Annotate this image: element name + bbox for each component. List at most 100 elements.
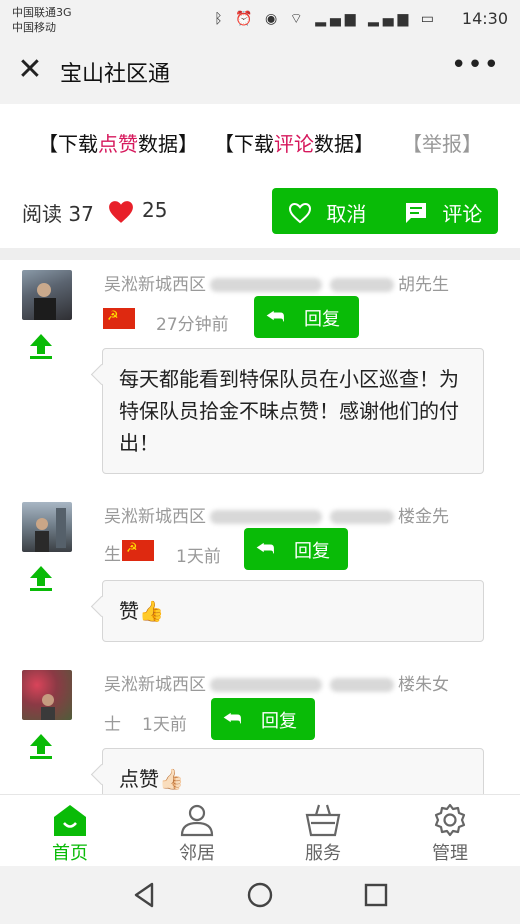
nav-home[interactable]: 首页	[10, 799, 130, 864]
like-comment-button-group: 取消 评论	[272, 188, 498, 234]
comment-text: 每天都能看到特保队员在小区巡查！为特保队员拾金不昧点赞！感谢他们的付出！	[119, 367, 459, 455]
download-likes-link[interactable]: 【下载点赞数据】	[38, 128, 198, 157]
comment-time: 1天前	[142, 715, 187, 735]
report-link[interactable]: 【举报】	[402, 128, 482, 157]
avatar[interactable]	[22, 270, 72, 320]
reply-icon: ⮪	[256, 536, 275, 560]
clock: 14:30	[461, 9, 508, 28]
carrier-2: 中国移动	[12, 21, 56, 34]
read-label: 阅读	[22, 202, 62, 226]
battery-icon: ▭	[420, 11, 438, 27]
bottom-nav: 首页 邻居 服务 管理	[0, 794, 520, 867]
nav-home-label: 首页	[52, 843, 88, 864]
author-area: 吴淞新城西区	[104, 675, 206, 695]
reply-button[interactable]: ⮪ 回复	[244, 528, 348, 570]
download-comments-highlight: 评论	[274, 132, 314, 156]
comment-text: 赞👍	[119, 599, 164, 623]
reply-button[interactable]: ⮪ 回复	[211, 698, 315, 740]
author-name: 楼金先	[398, 507, 449, 527]
home-circle-icon[interactable]	[245, 880, 275, 910]
avatar-photo	[35, 508, 66, 552]
like-count: 25	[142, 198, 168, 222]
signal-3g-icon: ▂▄▆	[315, 11, 360, 27]
gear-icon	[434, 803, 466, 837]
party-flag-icon: ☭	[103, 308, 135, 329]
nav-services-label: 服务	[305, 843, 341, 864]
nav-services[interactable]: 服务	[263, 799, 383, 864]
reply-label: 回复	[304, 309, 340, 330]
redacted-name	[210, 510, 322, 524]
page-title: 宝山社区通	[60, 62, 171, 87]
party-flag-icon: ☭	[122, 540, 154, 561]
home-icon	[54, 805, 86, 836]
comment-bubble: 赞👍	[102, 580, 484, 642]
download-comments-suffix: 数据】	[314, 132, 374, 156]
bluetooth-icon: ᛒ	[214, 11, 227, 27]
reply-label: 回复	[261, 711, 297, 732]
avatar[interactable]	[22, 502, 72, 552]
read-count: 阅读 37	[22, 198, 94, 227]
author-area: 吴淞新城西区	[104, 507, 206, 527]
upvote-icon[interactable]	[28, 564, 54, 592]
cancel-label: 取消	[326, 202, 367, 226]
upvote-icon[interactable]	[28, 332, 54, 360]
redacted-name	[210, 678, 322, 692]
reply-button[interactable]: ⮪ 回复	[254, 296, 359, 338]
carrier-1: 中国联通3G	[12, 6, 72, 19]
comment-time: 1天前	[176, 547, 221, 567]
title-bar: ✕ 宝山社区通 •••	[0, 40, 520, 104]
wifi-icon: ⌔	[289, 11, 307, 27]
download-likes-highlight: 点赞	[98, 132, 138, 156]
comment-icon	[406, 203, 426, 223]
cancel-like-button[interactable]: 取消	[288, 198, 366, 227]
signal-e-icon: ▂▄▆	[368, 11, 413, 27]
author-name-wrap: 生	[104, 545, 121, 565]
download-likes-prefix: 【下载	[38, 132, 98, 156]
comment-bubble: 点赞👍🏻	[102, 748, 484, 794]
nav-manage-label: 管理	[432, 843, 468, 864]
reply-icon: ⮪	[266, 304, 285, 328]
comment-author: 吴淞新城西区 胡先生	[104, 270, 449, 295]
status-icons: ᛒ ⏰ ◉ ⌔ ▂▄▆ ▂▄▆ ▭	[214, 10, 438, 28]
upvote-icon[interactable]	[28, 732, 54, 760]
heart-outline-icon	[288, 202, 312, 224]
author-name-wrap: 士	[104, 715, 121, 735]
alarm-icon: ⏰	[235, 11, 257, 27]
redacted-name	[330, 510, 394, 524]
comment-bubble: 每天都能看到特保队员在小区巡查！为特保队员拾金不昧点赞！感谢他们的付出！	[102, 348, 484, 474]
download-comments-link[interactable]: 【下载评论数据】	[214, 128, 374, 157]
comment-item: 吴淞新城西区 楼金先 生 ☭ 1天前 ⮪ 回复 赞👍	[0, 492, 520, 652]
person-icon	[180, 804, 214, 837]
more-options-icon[interactable]: •••	[451, 50, 500, 80]
download-likes-suffix: 数据】	[138, 132, 198, 156]
reply-icon: ⮪	[223, 706, 242, 730]
redacted-name	[330, 678, 394, 692]
avatar-photo	[34, 283, 56, 320]
eye-icon: ◉	[264, 11, 282, 27]
recents-square-icon[interactable]	[361, 880, 391, 910]
redacted-name	[330, 278, 394, 292]
nav-neighbors[interactable]: 邻居	[137, 799, 257, 864]
stats-row: 阅读 37 25 取消 评论	[0, 186, 520, 236]
author-name: 胡先生	[398, 275, 449, 295]
comment-author: 吴淞新城西区 楼金先	[104, 502, 449, 527]
read-number: 37	[68, 202, 94, 226]
author-name: 楼朱女	[398, 675, 449, 695]
nav-manage[interactable]: 管理	[390, 799, 510, 864]
reply-label: 回复	[294, 541, 330, 562]
comment-author: 吴淞新城西区 楼朱女	[104, 670, 449, 695]
redacted-name	[210, 278, 322, 292]
comment-item: 吴淞新城西区 胡先生 ☭ 27分钟前 ⮪ 回复 每天都能看到特保队员在小区巡查！为特…	[0, 260, 520, 480]
comment-time: 27分钟前	[156, 315, 229, 335]
download-row: 【下载点赞数据】 【下载评论数据】 【举报】	[0, 124, 520, 164]
comment-text: 点赞👍🏻	[119, 767, 184, 791]
back-icon[interactable]	[130, 880, 160, 910]
comment-button[interactable]: 评论	[404, 198, 482, 227]
avatar-photo	[41, 694, 55, 720]
download-comments-prefix: 【下载	[214, 132, 274, 156]
comment-item: 吴淞新城西区 楼朱女 士 1天前 ⮪ 回复 点赞👍🏻	[0, 660, 520, 794]
close-icon[interactable]: ✕	[14, 54, 46, 86]
avatar[interactable]	[22, 670, 72, 720]
comment-label: 评论	[442, 202, 483, 226]
basket-icon	[305, 804, 341, 837]
